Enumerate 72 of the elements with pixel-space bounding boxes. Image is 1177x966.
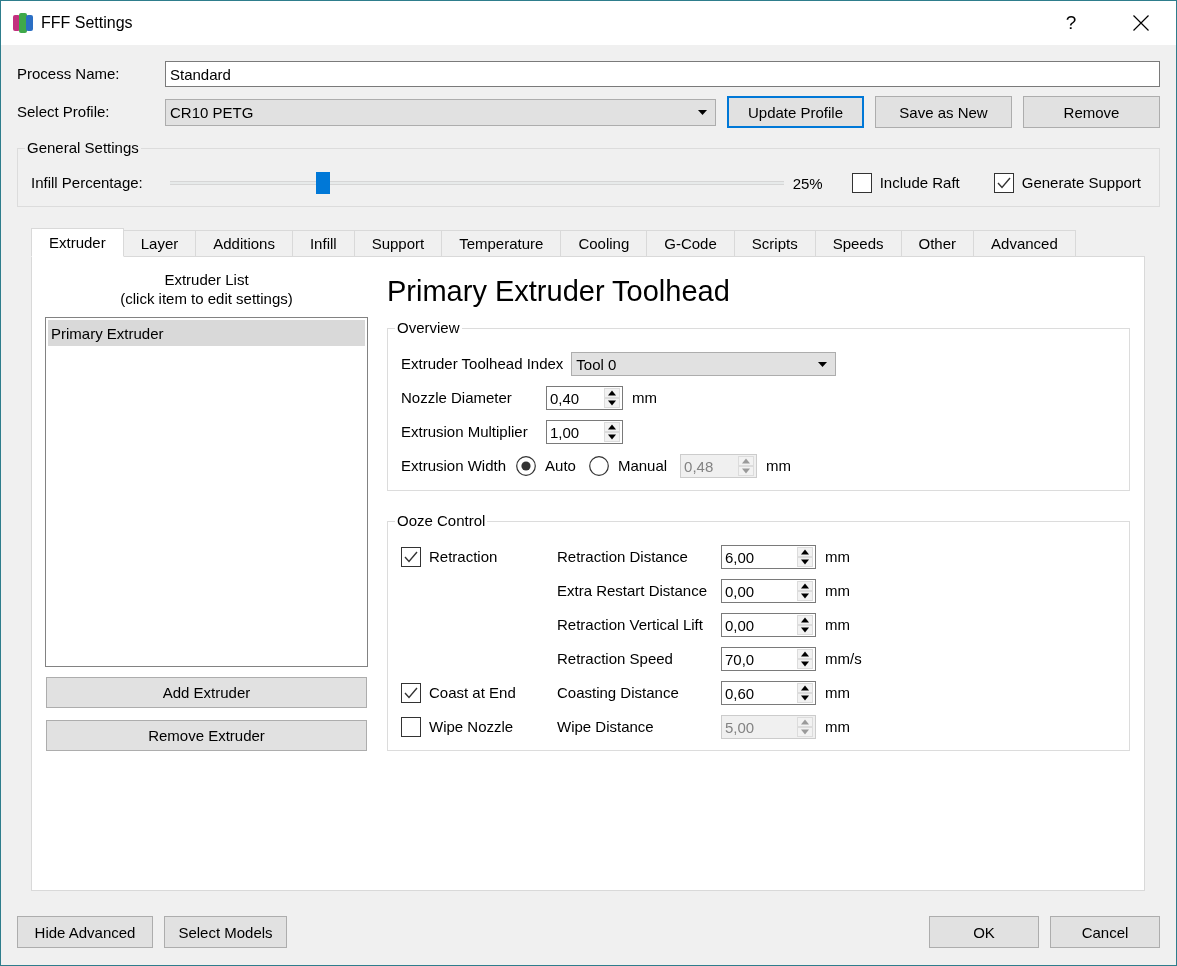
close-icon[interactable] xyxy=(1133,15,1149,31)
checkbox-label[interactable]: Include Raft xyxy=(879,174,960,192)
group-title: General Settings xyxy=(26,139,140,157)
spin-box[interactable]: 0,00 xyxy=(721,579,816,603)
unit-label: mm xyxy=(825,582,850,600)
field-label: Retraction Vertical Lift xyxy=(557,616,704,634)
field-label: Extrusion Multiplier xyxy=(401,423,529,441)
field-label: Infill Percentage: xyxy=(31,174,144,192)
field-label: Coasting Distance xyxy=(557,684,680,702)
field-label: Nozzle Diameter xyxy=(401,389,513,407)
unit-label: mm xyxy=(825,718,850,736)
spin-box[interactable]: 6,00 xyxy=(721,545,816,569)
process-name-field[interactable]: Standard xyxy=(165,61,1160,87)
extruder-button[interactable]: Remove Extruder xyxy=(46,720,367,751)
caret-icon xyxy=(698,109,707,115)
field-label: Extrusion Width xyxy=(401,457,507,475)
help-button[interactable]: ? xyxy=(1048,1,1094,45)
field-label: Retraction Distance xyxy=(557,548,689,566)
dialog-button[interactable]: Hide Advanced xyxy=(17,916,153,948)
stepper-arrows-icon[interactable] xyxy=(604,388,620,408)
caret-icon xyxy=(818,361,828,367)
app-logo-icon xyxy=(13,12,33,34)
profile-button[interactable]: Save as New xyxy=(875,96,1012,128)
profile-button[interactable]: Remove xyxy=(1023,96,1160,128)
field-label: Wipe Distance xyxy=(557,718,655,736)
dialog-button[interactable]: Cancel xyxy=(1050,916,1160,948)
unit-label: mm xyxy=(825,616,850,634)
slider-thumb[interactable] xyxy=(316,172,331,194)
field-label: Process Name: xyxy=(17,65,121,83)
stepper-arrows-icon[interactable] xyxy=(797,649,813,669)
slider-value: 25% xyxy=(792,174,823,192)
checkbox[interactable] xyxy=(401,547,421,567)
stepper-arrows-icon[interactable] xyxy=(797,615,813,635)
checkbox-label[interactable]: Generate Support xyxy=(1021,174,1141,192)
list-title: Extruder List xyxy=(163,270,250,289)
unit-label: mm xyxy=(766,457,792,475)
checkbox[interactable] xyxy=(401,683,421,703)
profile-button[interactable]: Update Profile xyxy=(727,96,864,128)
checkbox[interactable] xyxy=(851,173,872,193)
spin-box[interactable]: 0,40 xyxy=(546,386,623,410)
stepper-arrows-icon[interactable] xyxy=(797,547,813,567)
list-item[interactable]: Primary Extruder xyxy=(48,320,365,346)
field-label: Extra Restart Distance xyxy=(557,582,709,600)
group-title: Overview xyxy=(396,319,461,337)
unit-label: mm/s xyxy=(825,650,862,668)
field-label: Extruder Toolhead Index xyxy=(401,355,564,373)
checkbox-label[interactable]: Retraction xyxy=(429,548,498,566)
window-title: FFF Settings xyxy=(41,13,133,33)
checkbox[interactable] xyxy=(993,173,1014,193)
unit-label: mm xyxy=(825,548,850,566)
stepper-arrows-icon[interactable] xyxy=(797,581,813,601)
spin-box[interactable]: 70,0 xyxy=(721,647,816,671)
unit-label: mm xyxy=(632,389,657,407)
dialog-button[interactable]: OK xyxy=(929,916,1039,948)
stepper-arrows-icon[interactable] xyxy=(797,683,813,703)
field-label: Select Profile: xyxy=(17,103,111,121)
panel-heading: Primary Extruder Toolhead xyxy=(387,274,731,309)
spin-box[interactable]: 0,60 xyxy=(721,681,816,705)
list-hint: (click item to edit settings) xyxy=(119,289,294,308)
dialog-button[interactable]: Select Models xyxy=(164,916,287,948)
tab[interactable]: Extruder xyxy=(31,228,124,257)
checkbox-label[interactable]: Coast at End xyxy=(429,684,516,702)
group-title: Ooze Control xyxy=(396,512,487,530)
toolhead-dropdown[interactable]: Tool 0 xyxy=(571,352,837,376)
spin-box[interactable]: 0,00 xyxy=(721,613,816,637)
field-label: Retraction Speed xyxy=(557,650,674,668)
profile-dropdown[interactable]: CR10 PETG xyxy=(165,98,716,126)
unit-label: mm xyxy=(825,684,850,702)
extruder-button[interactable]: Add Extruder xyxy=(46,677,367,708)
stepper-arrows-icon[interactable] xyxy=(604,422,620,442)
spin-box[interactable]: 1,00 xyxy=(546,420,623,444)
tab[interactable]: Advanced xyxy=(973,230,1076,257)
